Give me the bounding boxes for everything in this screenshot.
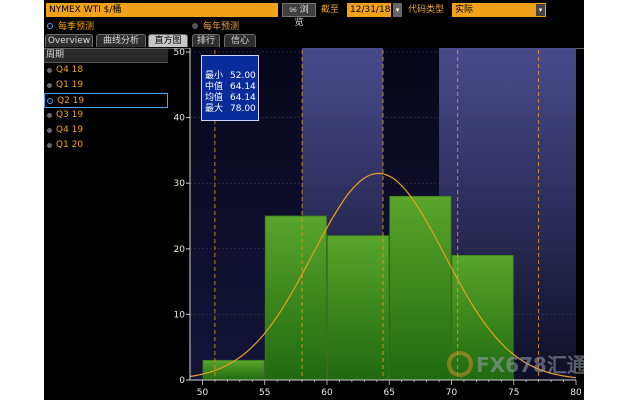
y-tick-label: 30 — [174, 179, 186, 189]
radio-icon — [47, 128, 52, 133]
tab-curve-analysis[interactable]: 曲线分析 — [96, 34, 146, 47]
tab-overview[interactable]: Overview — [45, 34, 93, 47]
period-item-q1-20[interactable]: Q1 20 — [44, 138, 168, 153]
code-type-select[interactable]: 实际 ▾ — [452, 3, 546, 17]
period-header: 周期 — [44, 49, 168, 63]
stat-max-value: 78.00 — [230, 104, 256, 114]
asof-label: 截至 — [321, 5, 340, 15]
histogram-bar — [264, 215, 327, 381]
radio-unselected-icon — [192, 22, 198, 29]
period-item-q2-19[interactable]: Q2 19 — [44, 93, 168, 108]
stats-box: 最小 52.00 中值 64.14 均值 64.14 最大 78.00 — [201, 55, 259, 121]
stat-median: 中值 64.14 — [205, 82, 258, 93]
period-item-q4-18[interactable]: Q4 18 — [44, 63, 168, 78]
radio-icon — [47, 143, 52, 148]
period-label: Q1 19 — [56, 80, 84, 90]
period-item-q3-19[interactable]: Q3 19 — [44, 108, 168, 123]
stat-min-label: 最小 — [205, 71, 224, 81]
histogram-bar — [202, 359, 265, 381]
tab-confidence[interactable]: 信心 — [224, 34, 256, 47]
tab-histogram[interactable]: 直方图 — [148, 34, 188, 47]
period-label: Q4 19 — [56, 125, 84, 135]
radio-quarterly-label: 每季预测 — [58, 22, 95, 32]
code-type-value: 实际 — [455, 5, 474, 15]
period-label: Q3 19 — [56, 110, 84, 120]
period-item-q1-19[interactable]: Q1 19 — [44, 78, 168, 93]
y-tick-label: 40 — [174, 114, 186, 124]
period-panel: 周期 Q4 18 Q1 19 Q2 19 Q3 19 Q4 19 Q1 20 — [44, 49, 168, 400]
stat-max: 最大 78.00 — [205, 104, 258, 115]
x-tick-label: 70 — [446, 388, 458, 398]
histogram-bar — [389, 195, 452, 381]
radio-yearly-label: 每年预测 — [203, 22, 240, 32]
stat-min: 最小 52.00 — [205, 71, 258, 82]
x-tick-label: 75 — [508, 388, 519, 398]
radio-icon — [47, 83, 52, 88]
x-tick-label: 55 — [259, 388, 270, 398]
code-type-label: 代码类型 — [408, 5, 445, 15]
radio-icon — [47, 113, 52, 118]
toolbar: NYMEX WTI $/桶 96 浏览 截至 12/31/18 ▾ 代码类型 实… — [44, 0, 584, 28]
x-tick-label: 80 — [570, 388, 582, 398]
y-tick-label: 10 — [174, 310, 186, 320]
date-field[interactable]: 12/31/18 — [347, 3, 391, 17]
stat-mean-value: 64.14 — [230, 93, 256, 103]
radio-selected-icon — [47, 98, 53, 104]
radio-quarterly-forecast[interactable]: 每季预测 — [47, 21, 94, 33]
stat-mean: 均值 64.14 — [205, 93, 258, 104]
y-tick-label: 0 — [179, 376, 185, 386]
period-item-q4-19[interactable]: Q4 19 — [44, 123, 168, 138]
y-tick-label: 20 — [174, 245, 186, 255]
radio-selected-icon — [47, 22, 53, 29]
forecast-radio-group: 每季预测 每年预测 — [44, 20, 584, 34]
browse-button[interactable]: 96 浏览 — [282, 3, 316, 28]
tab-ranking[interactable]: 排行 — [192, 34, 220, 47]
period-label: Q1 20 — [56, 140, 84, 150]
histogram-window: NYMEX WTI $/桶 96 浏览 截至 12/31/18 ▾ 代码类型 实… — [44, 0, 584, 400]
chevron-down-icon[interactable]: ▾ — [536, 4, 545, 16]
browse-icon: 96 — [289, 7, 297, 14]
stat-median-label: 中值 — [205, 82, 224, 92]
stat-mean-label: 均值 — [205, 93, 224, 103]
x-tick-label: 65 — [383, 388, 394, 398]
histogram-chart: 0 10 20 30 40 50 50 55 60 65 70 75 80 FX678汇通网 最小 52.… — [168, 48, 584, 400]
date-spinner-icon[interactable]: ▾ — [393, 3, 402, 17]
y-tick-label: 50 — [174, 48, 186, 58]
stat-min-value: 52.00 — [230, 71, 256, 81]
x-tick-label: 60 — [321, 388, 333, 398]
security-field[interactable]: NYMEX WTI $/桶 — [46, 3, 278, 17]
period-label: Q2 19 — [57, 96, 85, 106]
radio-icon — [47, 68, 52, 73]
histogram-bar — [327, 235, 390, 381]
watermark-text: FX678汇通网 — [476, 353, 584, 377]
radio-yearly-forecast[interactable]: 每年预测 — [192, 21, 239, 33]
x-tick-label: 50 — [197, 388, 209, 398]
tab-bar: Overview 曲线分析 直方图 排行 信心 — [44, 34, 584, 49]
period-label: Q4 18 — [56, 65, 84, 75]
stat-max-label: 最大 — [205, 104, 224, 114]
stat-median-value: 64.14 — [230, 82, 256, 92]
